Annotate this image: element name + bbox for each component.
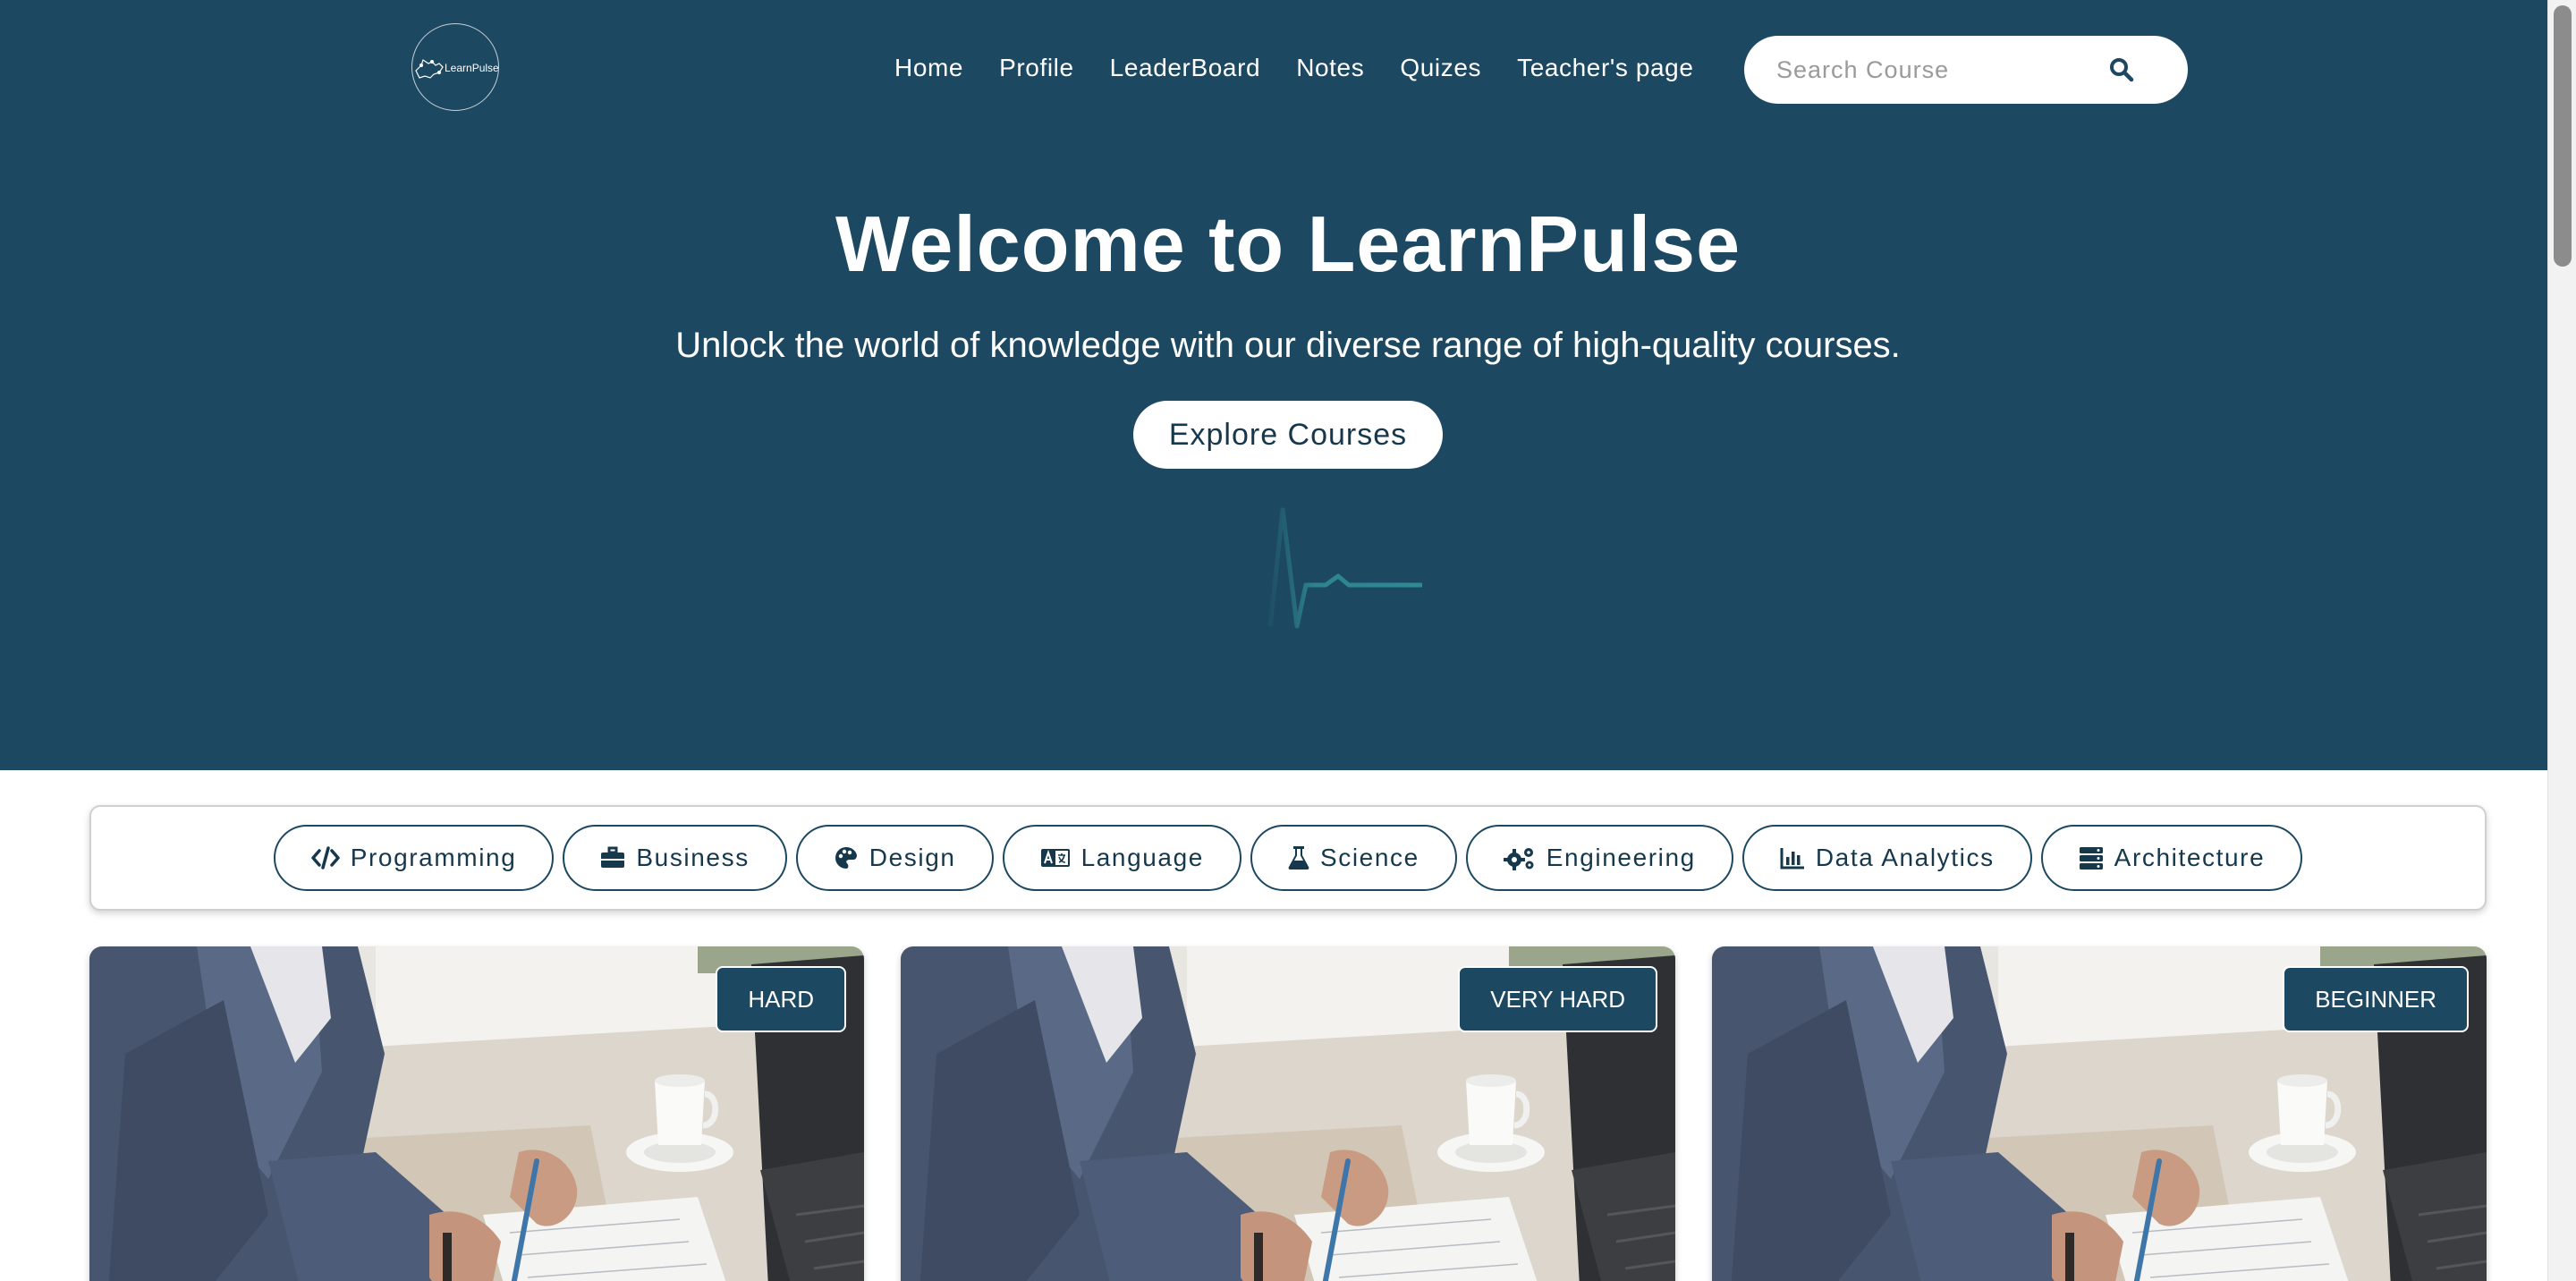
briefcase-icon [601,846,625,868]
course-card[interactable]: VERY HARD [901,946,1675,1281]
category-design[interactable]: Design [795,825,994,891]
main-nav: Home Profile LeaderBoard Notes Quizes Te… [894,54,1694,82]
hero-subtitle: Unlock the world of knowledge with our d… [675,326,1901,365]
nav-leaderboard[interactable]: LeaderBoard [1110,54,1261,82]
category-business[interactable]: Business [563,825,787,891]
flask-icon [1288,846,1309,870]
search-input[interactable] [1776,55,2098,84]
search-bar [1744,36,2188,104]
explore-courses-button[interactable]: Explore Courses [1133,401,1443,469]
category-language[interactable]: Language [1002,825,1241,891]
category-data-analytics[interactable]: Data Analytics [1741,825,2032,891]
category-label: Engineering [1546,844,1696,871]
course-card[interactable]: BEGINNER [1712,946,2487,1281]
chart-icon [1780,848,1804,870]
scrollbar-thumb[interactable] [2554,5,2572,267]
learnpulse-logo[interactable]: LearnPulse [411,23,499,111]
category-label: Language [1080,844,1204,871]
nav-notes[interactable]: Notes [1296,54,1364,82]
category-programming[interactable]: Programming [273,825,555,891]
nav-teachers-page[interactable]: Teacher's page [1517,54,1693,82]
language-icon [1040,849,1070,867]
logo-text: LearnPulse [445,62,499,74]
hero-title: Welcome to LearnPulse [835,199,1741,288]
difficulty-badge: BEGINNER [2283,966,2469,1032]
gears-icon [1503,848,1534,870]
nav-quizes[interactable]: Quizes [1400,54,1481,82]
category-engineering[interactable]: Engineering [1465,825,1733,891]
category-science[interactable]: Science [1250,825,1457,891]
nav-home[interactable]: Home [894,54,963,82]
pulse-line-graphic [1267,507,1422,629]
server-icon [2079,847,2103,870]
hero-section: LearnPulse Home Profile LeaderBoard Note… [0,0,2547,770]
category-bar: Programming Business Design Language Sci… [89,805,2487,911]
category-label: Data Analytics [1815,844,1995,871]
category-architecture[interactable]: Architecture [2040,825,2303,891]
palette-icon [835,847,857,869]
course-card[interactable]: HARD [89,946,864,1281]
category-label: Architecture [2114,844,2266,871]
category-label: Business [636,844,750,871]
code-icon [310,846,340,870]
category-label: Programming [350,844,517,871]
difficulty-badge: VERY HARD [1458,966,1657,1032]
category-label: Science [1319,844,1419,871]
category-label: Design [869,844,956,871]
search-icon[interactable] [2109,57,2134,87]
nav-profile[interactable]: Profile [999,54,1074,82]
page-scrollbar[interactable] [2547,0,2576,1281]
difficulty-badge: HARD [716,966,846,1032]
